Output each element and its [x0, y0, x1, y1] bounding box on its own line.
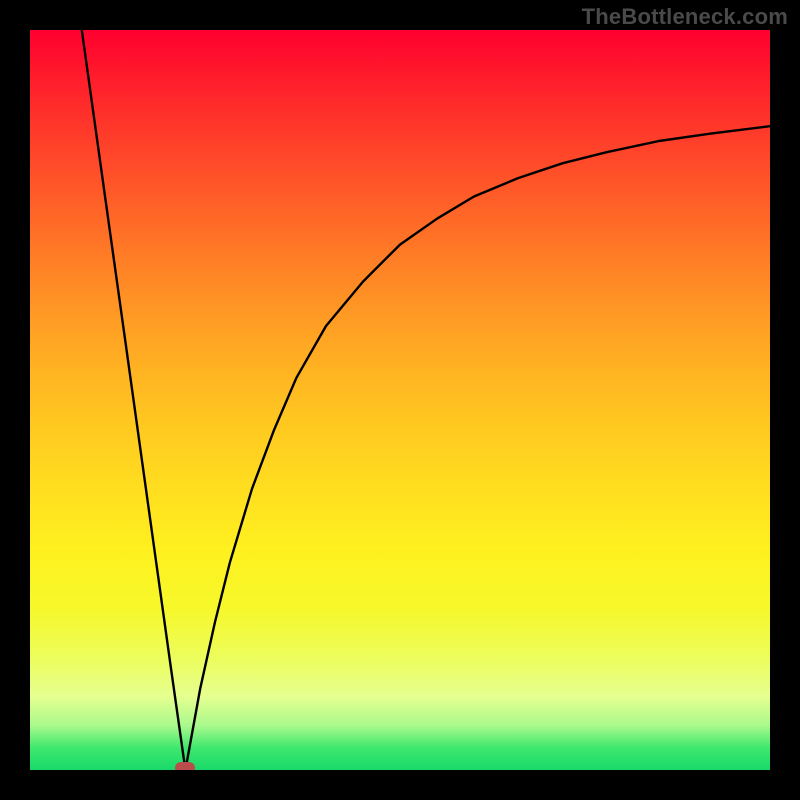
curve-path [82, 30, 770, 770]
min-marker [175, 762, 195, 770]
watermark-text: TheBottleneck.com [582, 4, 788, 30]
plot-area [30, 30, 770, 770]
chart-frame: TheBottleneck.com [0, 0, 800, 800]
bottleneck-curve [30, 30, 770, 770]
